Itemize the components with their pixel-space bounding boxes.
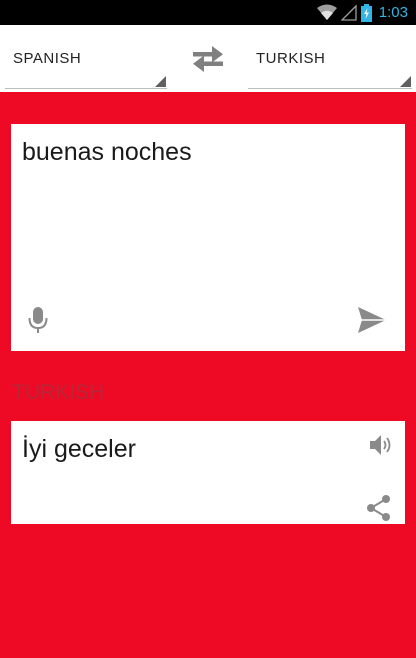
- wifi-icon: [316, 4, 337, 20]
- dropdown-triangle-icon: [400, 76, 411, 87]
- speaker-button[interactable]: [369, 433, 393, 457]
- translated-text: İyi geceler: [22, 435, 136, 463]
- source-language-label: SPANISH: [13, 50, 82, 67]
- status-bar: 1:03: [0, 0, 416, 25]
- language-bar: SPANISH TURKISH: [0, 25, 416, 92]
- swap-languages-button[interactable]: [190, 46, 226, 72]
- signal-icon: [340, 4, 357, 21]
- microphone-icon: [28, 307, 48, 333]
- dropdown-triangle-icon: [155, 76, 166, 87]
- share-button[interactable]: [365, 494, 393, 522]
- input-card: buenas noches: [11, 124, 405, 351]
- swap-arrows-icon: [193, 46, 223, 72]
- status-time: 1:03: [378, 4, 408, 21]
- source-text-input[interactable]: buenas noches: [22, 138, 192, 167]
- target-language-label: TURKISH: [256, 50, 326, 67]
- battery-charging-icon: [360, 3, 372, 22]
- speaker-icon: [370, 435, 391, 455]
- target-language-heading: TURKISH: [12, 381, 105, 404]
- status-icons: 1:03: [316, 3, 408, 22]
- send-icon: [358, 307, 386, 333]
- share-icon: [367, 495, 390, 521]
- output-card: İyi geceler: [11, 421, 405, 524]
- microphone-button[interactable]: [28, 307, 48, 333]
- target-language-spinner[interactable]: TURKISH: [248, 45, 412, 89]
- source-language-spinner[interactable]: SPANISH: [5, 45, 167, 89]
- translation-area: buenas noches TURKISH İyi geceler: [0, 92, 416, 658]
- send-button[interactable]: [357, 306, 387, 334]
